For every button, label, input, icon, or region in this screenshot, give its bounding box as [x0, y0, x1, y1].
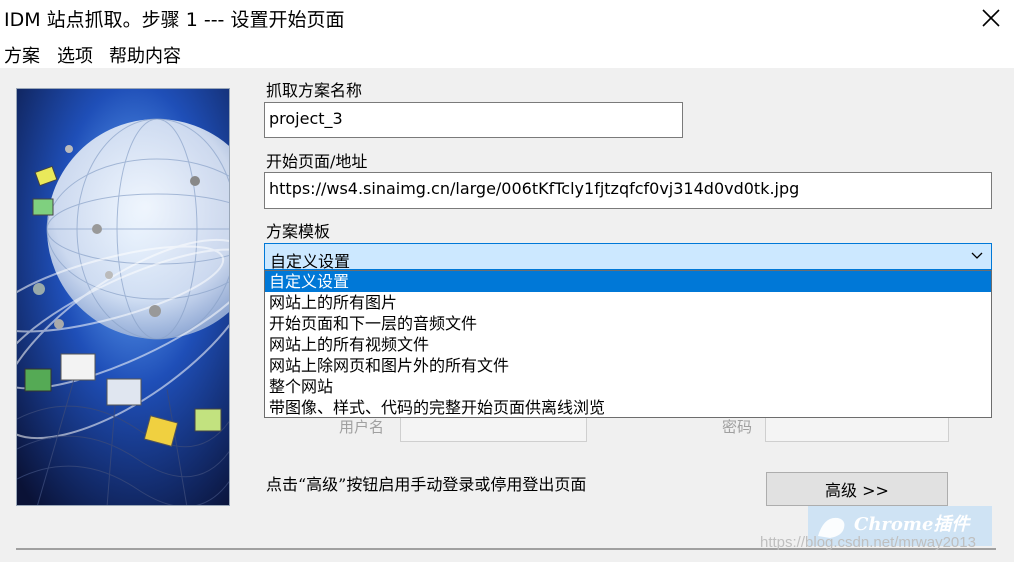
- globe-illustration: [17, 89, 229, 505]
- template-select[interactable]: 自定义设置: [264, 243, 992, 271]
- template-option[interactable]: 整个网站: [265, 376, 991, 397]
- template-option[interactable]: 网站上的所有视频文件: [265, 334, 991, 355]
- start-url-label: 开始页面/地址: [266, 152, 368, 171]
- menu-item-help[interactable]: 帮助内容: [109, 42, 181, 68]
- login-hint-text: 点击“高级”按钮启用手动登录或停用登出页面: [266, 475, 587, 494]
- template-label: 方案模板: [266, 222, 331, 241]
- menu-item-options[interactable]: 选项: [57, 42, 93, 68]
- template-option[interactable]: 自定义设置: [265, 271, 991, 292]
- project-name-field[interactable]: project_3: [264, 102, 683, 138]
- title-bar: IDM 站点抓取。步骤 1 --- 设置开始页面: [0, 0, 1014, 38]
- window-title: IDM 站点抓取。步骤 1 --- 设置开始页面: [4, 9, 345, 31]
- advanced-button[interactable]: 高级 >>: [766, 472, 948, 506]
- watermark-brand: Chrome插件: [854, 514, 970, 535]
- start-url-field[interactable]: https://ws4.sinaimg.cn/large/006tKfTcly1…: [264, 172, 992, 209]
- menu-item-scheme[interactable]: 方案: [4, 42, 40, 68]
- template-option[interactable]: 开始页面和下一层的音频文件: [265, 313, 991, 334]
- username-label: 用户名: [339, 418, 385, 436]
- close-icon[interactable]: [982, 9, 1000, 27]
- watermark-url: https://blog.csdn.net/mrway2013: [760, 534, 976, 551]
- close-button[interactable]: [968, 0, 1014, 36]
- password-label: 密码: [722, 418, 753, 436]
- project-name-label: 抓取方案名称: [266, 81, 363, 100]
- banner-image: [16, 88, 230, 506]
- template-option[interactable]: 网站上的所有图片: [265, 292, 991, 313]
- chevron-down-icon[interactable]: [971, 252, 983, 260]
- menu-bar: 方案 选项 帮助内容: [0, 38, 1014, 68]
- template-dropdown-list: 自定义设置 网站上的所有图片 开始页面和下一层的音频文件 网站上的所有视频文件 …: [264, 270, 992, 418]
- template-option[interactable]: 网站上除网页和图片外的所有文件: [265, 355, 991, 376]
- template-option[interactable]: 带图像、样式、代码的完整开始页面供离线浏览: [265, 397, 991, 418]
- template-selected-value: 自定义设置: [270, 252, 351, 271]
